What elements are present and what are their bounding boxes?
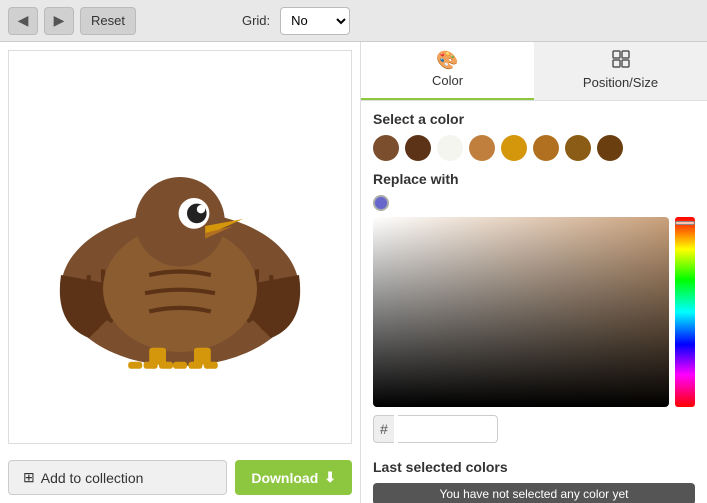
color-picker-container: [373, 217, 695, 407]
tab-position[interactable]: Position/Size: [534, 42, 707, 100]
select-color-swatch-0[interactable]: [373, 135, 399, 161]
select-color-swatch-7[interactable]: [597, 135, 623, 161]
position-tab-icon: [612, 50, 630, 73]
hex-input[interactable]: [398, 415, 498, 443]
toolbar: ◀ ▶ Reset Grid: No Yes: [0, 0, 707, 42]
select-color-swatch-5[interactable]: [533, 135, 559, 161]
hue-bar[interactable]: [675, 217, 695, 407]
select-color-swatch-2[interactable]: [437, 135, 463, 161]
select-color-swatch-3[interactable]: [469, 135, 495, 161]
back-button[interactable]: ◀: [8, 7, 38, 35]
select-color-swatches: [373, 135, 695, 161]
position-tab-label: Position/Size: [583, 75, 658, 90]
select-color-section: Select a color: [361, 101, 707, 171]
hex-input-row: #: [373, 415, 695, 443]
tabs: 🎨 Color Position/Size: [361, 42, 707, 101]
left-panel: ⊞ Add to collection Download ⬇: [0, 42, 360, 503]
reset-button[interactable]: Reset: [80, 7, 136, 35]
forward-button[interactable]: ▶: [44, 7, 74, 35]
bottom-buttons: ⊞ Add to collection Download ⬇: [0, 452, 360, 503]
hue-gradient: [675, 217, 695, 407]
add-to-collection-button[interactable]: ⊞ Add to collection: [8, 460, 227, 495]
hue-slider[interactable]: [675, 221, 695, 225]
download-button[interactable]: Download ⬇: [235, 460, 352, 495]
select-color-title: Select a color: [373, 111, 695, 127]
tab-color[interactable]: 🎨 Color: [361, 42, 534, 100]
select-color-swatch-6[interactable]: [565, 135, 591, 161]
add-collection-label: Add to collection: [41, 470, 144, 486]
right-panel: 🎨 Color Position/Size Select a color: [360, 42, 707, 503]
replace-section: Replace with #: [361, 171, 707, 459]
replace-with-title: Replace with: [373, 171, 695, 187]
replace-color-indicator: [373, 195, 389, 211]
hash-label: #: [373, 415, 394, 443]
select-color-swatch-4[interactable]: [501, 135, 527, 161]
bird-illustration: [40, 107, 320, 387]
last-selected-title: Last selected colors: [373, 459, 695, 475]
download-label: Download: [251, 470, 318, 486]
main-content: ⊞ Add to collection Download ⬇ 🎨 Color: [0, 42, 707, 503]
color-tab-label: Color: [432, 73, 463, 88]
color-gradient-picker[interactable]: [373, 217, 669, 407]
collection-icon: ⊞: [23, 469, 35, 486]
select-color-swatch-1[interactable]: [405, 135, 431, 161]
grid-label: Grid:: [242, 13, 270, 28]
last-selected-empty-bar: You have not selected any color yet: [373, 483, 695, 503]
download-icon: ⬇: [324, 469, 336, 486]
grid-select[interactable]: No Yes: [280, 7, 350, 35]
color-tab-icon: 🎨: [436, 50, 458, 71]
last-selected-section: Last selected colors You have not select…: [361, 459, 707, 503]
canvas-area: [8, 50, 352, 444]
